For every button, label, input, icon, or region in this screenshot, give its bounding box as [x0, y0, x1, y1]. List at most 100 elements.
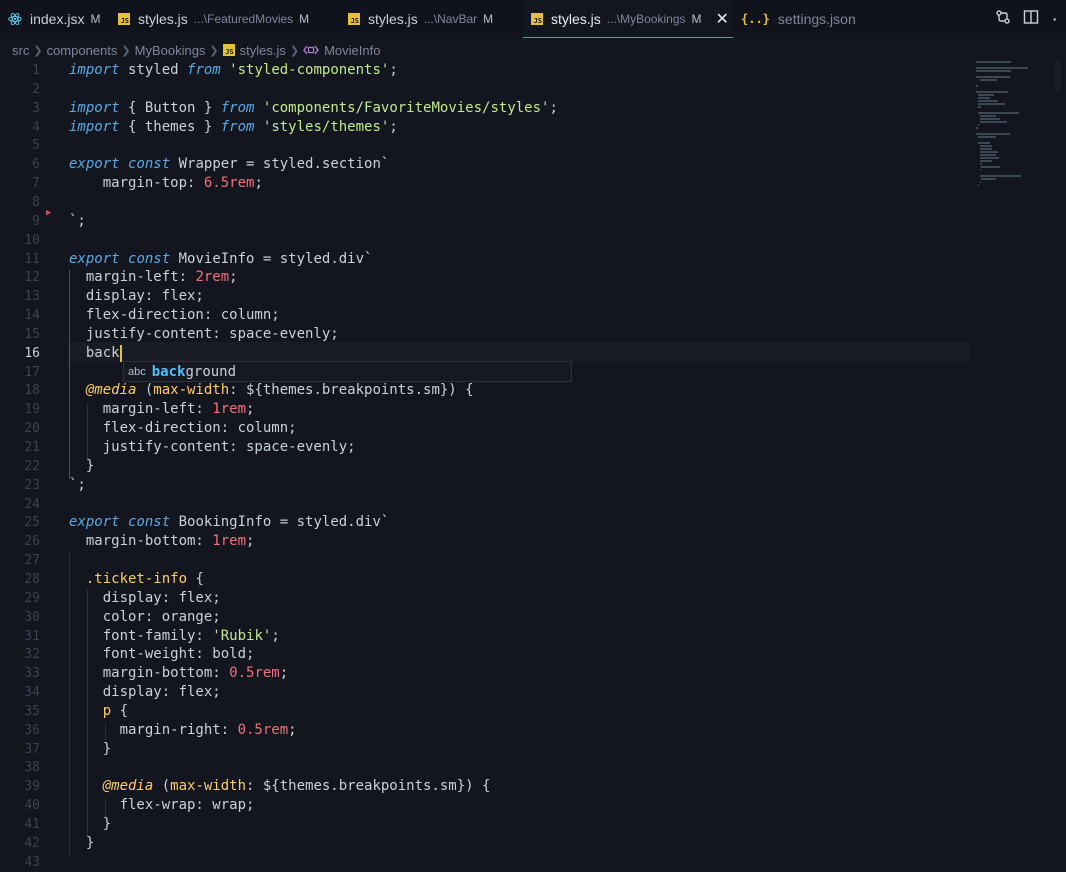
code-token: flex-direction: column;	[69, 307, 280, 323]
code-line[interactable]: 30 color: orange;	[0, 608, 970, 627]
tab-index-jsx[interactable]: index.jsx M	[0, 0, 110, 38]
code-line[interactable]: 31 font-family: 'Rubik';	[0, 627, 970, 646]
close-tab-icon[interactable]: ✕	[716, 9, 729, 29]
code-line[interactable]: 32 font-weight: bold;	[0, 645, 970, 664]
code-line[interactable]: 18 @media (max-width: ${themes.breakpoin…	[0, 381, 970, 400]
code-token: export	[69, 251, 120, 267]
breadcrumb-components[interactable]: components	[47, 43, 118, 58]
code-token: (	[153, 778, 171, 794]
line-number: 21	[24, 440, 40, 455]
code-line[interactable]: 36 margin-right: 0.5rem;	[0, 721, 970, 740]
code-line[interactable]: 14 flex-direction: column;	[0, 306, 970, 325]
line-number: 1	[32, 63, 40, 78]
breadcrumb-symbol[interactable]: MovieInfo	[324, 43, 380, 58]
minimap[interactable]	[976, 61, 1036, 201]
code-line[interactable]: 3 import { Button } from 'components/Favo…	[0, 99, 970, 118]
code-line[interactable]: 5	[0, 136, 970, 155]
code-line[interactable]: 35 p {	[0, 702, 970, 721]
code-token: ;	[288, 722, 297, 738]
code-line[interactable]: 41 }	[0, 815, 970, 834]
code-line[interactable]: 4 import { themes } from 'styles/themes';	[0, 118, 970, 137]
code-line[interactable]: 23 `;	[0, 476, 970, 495]
code-line[interactable]: 27	[0, 551, 970, 570]
line-number: 14	[24, 308, 40, 323]
minimap-line	[979, 121, 1007, 123]
code-token: : ${themes.breakpoints.sm}) {	[246, 778, 491, 794]
code-token: ;	[246, 533, 255, 549]
code-line[interactable]: 1 import styled from 'styled-components';	[0, 61, 970, 80]
code-line[interactable]: 19 margin-left: 1rem;	[0, 400, 970, 419]
code-text: display: flex;	[69, 589, 221, 608]
code-token: : ${themes.breakpoints.sm}) {	[229, 382, 474, 398]
minimap-line	[979, 160, 993, 162]
tab-styles-js-3[interactable]: JS styles.js ...\MyBookings M ✕	[523, 0, 733, 38]
code-token: 2rem	[195, 269, 230, 285]
tab-styles-js-2[interactable]: JS styles.js ...\NavBar M	[340, 0, 523, 38]
tab-styles-js-1[interactable]: JS styles.js ...\FeaturedMovies M	[110, 0, 340, 38]
code-line[interactable]: 11 export const MovieInfo = styled.div`	[0, 250, 970, 269]
code-line[interactable]: 28 .ticket-info {	[0, 570, 970, 589]
code-line[interactable]: 20 flex-direction: column;	[0, 419, 970, 438]
code-line[interactable]: 40 flex-wrap: wrap;	[0, 796, 970, 815]
tab-settings-json[interactable]: {..} settings.json	[733, 0, 856, 38]
code-token: export	[69, 514, 120, 530]
code-line[interactable]: 33 margin-bottom: 0.5rem;	[0, 664, 970, 683]
scrollbar-thumb[interactable]	[1055, 61, 1061, 91]
code-line[interactable]: 21 justify-content: space-evenly;	[0, 438, 970, 457]
code-line[interactable]: 13 display: flex;	[0, 287, 970, 306]
code-line[interactable]: 25 export const BookingInfo = styled.div`	[0, 513, 970, 532]
tab-label: settings.json	[777, 11, 856, 27]
split-editor-icon[interactable]	[1023, 9, 1039, 30]
code-line[interactable]: 37 }	[0, 740, 970, 759]
code-line[interactable]: 34 display: flex;	[0, 683, 970, 702]
code-token: `;	[69, 213, 86, 229]
js-file-icon: JS	[531, 12, 543, 25]
breadcrumb-src[interactable]: src	[12, 43, 29, 58]
breadcrumb-file[interactable]: styles.js	[240, 43, 286, 58]
code-line[interactable]: 2	[0, 80, 970, 99]
code-token: }	[69, 835, 95, 851]
minimap-line	[979, 145, 993, 147]
js-file-icon: JS	[348, 13, 360, 25]
minimap-line	[979, 154, 996, 156]
code-line[interactable]: 12 margin-left: 2rem;	[0, 268, 970, 287]
code-line[interactable]: 39 @media (max-width: ${themes.breakpoin…	[0, 777, 970, 796]
code-line[interactable]: 22 }	[0, 457, 970, 476]
modified-badge: M	[299, 12, 310, 26]
breadcrumb-folder[interactable]: MyBookings	[135, 43, 206, 58]
code-token: { Button }	[119, 100, 221, 116]
code-line[interactable]: 10	[0, 231, 970, 250]
autocomplete-suggestion[interactable]: abc back ground	[123, 361, 572, 382]
code-token: 'styled-components'	[229, 62, 390, 78]
code-line[interactable]: 7 margin-top: 6.5rem;	[0, 174, 970, 193]
code-token: font-weight: bold;	[69, 646, 255, 662]
tab-bar: index.jsx M JS styles.js ...\FeaturedMovies M…	[0, 0, 1066, 38]
minimap-line	[976, 85, 978, 87]
code-line[interactable]: 15 justify-content: space-evenly;	[0, 325, 970, 344]
code-token: }	[69, 741, 112, 757]
line-number: 8	[32, 195, 40, 210]
line-number: 27	[24, 553, 40, 568]
code-line[interactable]: 26 margin-bottom: 1rem;	[0, 532, 970, 551]
code-editor[interactable]: ▶ 1 import styled from 'styled-components…	[0, 61, 970, 870]
code-text: export const Wrapper = styled.section`	[69, 155, 389, 174]
code-line[interactable]: 8	[0, 193, 970, 212]
code-line[interactable]: 29 display: flex;	[0, 589, 970, 608]
code-text: }	[69, 457, 94, 476]
tab-description: ...\MyBookings	[606, 11, 686, 26]
more-actions-icon[interactable]: ·	[1051, 9, 1058, 29]
code-line[interactable]: 42 }	[0, 834, 970, 853]
source-control-compare-icon[interactable]	[995, 9, 1011, 30]
code-token: p	[102, 703, 112, 719]
code-token: const	[128, 156, 171, 172]
code-line[interactable]: 6 export const Wrapper = styled.section`	[0, 155, 970, 174]
minimap-line	[976, 133, 1011, 135]
modified-badge: M	[483, 12, 494, 26]
code-text: p {	[69, 702, 128, 721]
tab-label: index.jsx	[30, 11, 85, 27]
code-text: @media (max-width: ${themes.breakpoints.…	[69, 777, 491, 796]
code-line[interactable]: 24	[0, 495, 970, 514]
code-line[interactable]: 9 `;	[0, 212, 970, 231]
code-line[interactable]: 38	[0, 758, 970, 777]
